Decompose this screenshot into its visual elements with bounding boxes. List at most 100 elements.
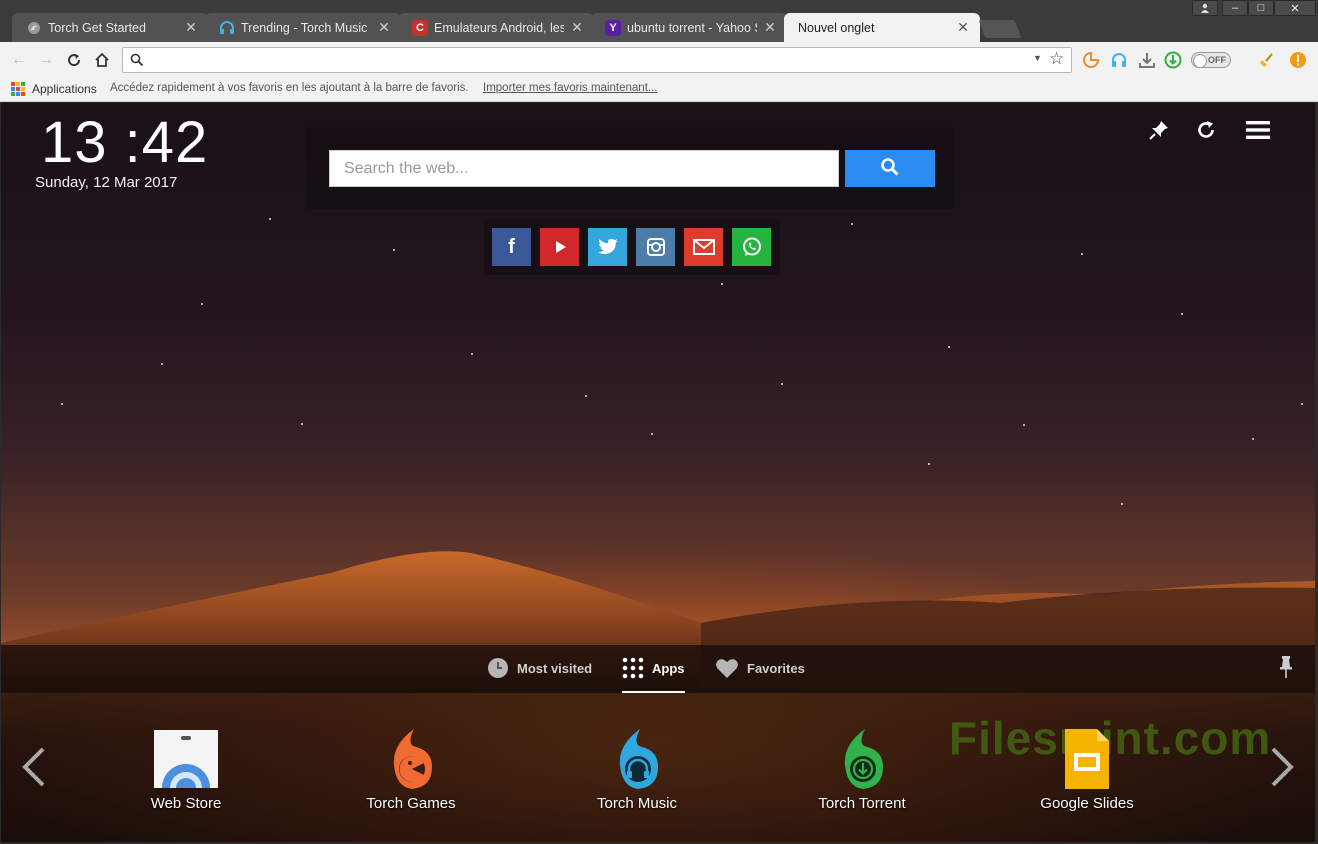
star [851, 223, 853, 225]
whatsapp-icon[interactable] [732, 228, 771, 266]
minimize-button[interactable]: – [1222, 0, 1248, 16]
clock-date: Sunday, 12 Mar 2017 [35, 174, 178, 191]
google-slides-icon [1055, 727, 1119, 791]
torch-icon [26, 20, 42, 36]
headphones-icon [219, 20, 235, 36]
bookmark-star-icon[interactable]: ☆ [1049, 49, 1064, 69]
star [301, 423, 303, 425]
twitter-icon[interactable] [588, 228, 627, 266]
tab-most-visited[interactable]: Most visited [487, 655, 592, 681]
app-torch-music[interactable]: Torch Music [567, 727, 707, 812]
star [1081, 253, 1083, 255]
grid-icon [622, 657, 644, 679]
tab-title: ubuntu torrent - Yahoo S [627, 20, 757, 35]
star [161, 363, 163, 365]
facebook-icon[interactable]: f [492, 228, 531, 266]
app-torch-torrent[interactable]: Torch Torrent [792, 727, 932, 812]
tab-title: Torch Get Started [48, 20, 146, 35]
tab-label: Favorites [747, 660, 805, 676]
new-tab-button[interactable] [978, 20, 1022, 38]
tab-emulateurs-android[interactable]: C Emulateurs Android, les ✕ [398, 13, 594, 42]
star [651, 433, 653, 435]
bookmarks-hint: Accédez rapidement à vos favoris en les … [110, 82, 469, 94]
star [471, 353, 473, 355]
star [61, 403, 63, 405]
app-torch-games[interactable]: Torch Games [341, 727, 481, 812]
email-icon[interactable] [684, 228, 723, 266]
applications-link[interactable]: Applications [32, 82, 97, 96]
close-window-button[interactable]: ✕ [1274, 0, 1316, 16]
social-links-panel: f [484, 219, 780, 275]
app-web-store[interactable]: Web Store [116, 727, 256, 812]
star [393, 249, 395, 251]
pin-icon[interactable] [1146, 117, 1172, 143]
address-bar[interactable]: ▼ ☆ [122, 47, 1072, 73]
new-tab-page: 13 :42 Sunday, 12 Mar 2017 f [1, 103, 1315, 842]
torch-torrent-icon [830, 727, 894, 791]
search-button[interactable] [845, 150, 935, 187]
user-profile-button[interactable] [1192, 0, 1218, 16]
star [948, 346, 950, 348]
toggle-switch[interactable]: OFF [1191, 52, 1231, 68]
star [1181, 313, 1183, 315]
download-icon[interactable] [1138, 51, 1156, 69]
tab-favorites[interactable]: Favorites [715, 655, 805, 681]
close-icon[interactable]: ✕ [184, 19, 198, 36]
headphones-icon[interactable] [1110, 51, 1128, 69]
home-button[interactable] [92, 50, 112, 70]
pin-icon[interactable] [1279, 655, 1293, 684]
bottom-apps-panel: Most visited Apps Favorites Filesmint.co… [1, 645, 1315, 842]
menu-icon[interactable] [1245, 117, 1271, 143]
clock-time: 13 :42 [41, 110, 209, 175]
app-label: Web Store [150, 795, 222, 812]
instagram-icon[interactable] [636, 228, 675, 266]
webstore-icon [154, 727, 218, 791]
close-icon[interactable]: ✕ [763, 19, 777, 36]
torch-torrent-extension-icon[interactable] [1164, 51, 1182, 69]
close-icon[interactable]: ✕ [377, 19, 391, 36]
torch-games-extension-icon[interactable] [1082, 51, 1100, 69]
youtube-icon[interactable] [540, 228, 579, 266]
star [201, 303, 203, 305]
star [1252, 438, 1254, 440]
close-icon[interactable]: ✕ [570, 19, 584, 36]
warning-icon[interactable] [1289, 51, 1307, 69]
clubic-icon: C [412, 19, 428, 36]
tab-title: Nouvel onglet [798, 20, 875, 35]
bookmarks-bar: Applications Accédez rapidement à vos fa… [0, 78, 1318, 102]
maximize-button[interactable]: □ [1248, 0, 1274, 16]
dropdown-arrow-icon[interactable]: ▼ [1033, 53, 1042, 63]
tab-apps[interactable]: Apps [622, 655, 685, 681]
app-google-slides[interactable]: Google Slides [1017, 727, 1157, 812]
tab-title: Emulateurs Android, les [434, 20, 564, 35]
tab-ubuntu-torrent-yahoo[interactable]: Y ubuntu torrent - Yahoo S ✕ [591, 13, 787, 42]
star [269, 218, 271, 220]
app-label: Google Slides [1040, 795, 1134, 812]
tab-title: Trending - Torch Music [241, 20, 368, 35]
star [1301, 403, 1303, 405]
forward-button[interactable]: → [36, 50, 56, 70]
search-panel [307, 127, 955, 209]
toolbar: ← → ▼ ☆ OFF [0, 42, 1318, 78]
clock-icon [487, 657, 509, 679]
apps-grid-icon[interactable] [11, 82, 25, 96]
back-button[interactable]: ← [9, 50, 29, 70]
app-label: Torch Torrent [818, 795, 906, 812]
title-bar: Torch Get Started ✕ Trending - Torch Mus… [0, 0, 1318, 42]
tab-label: Apps [652, 660, 685, 676]
previous-arrow-icon[interactable] [19, 745, 49, 792]
reload-button[interactable] [64, 50, 84, 70]
import-bookmarks-link[interactable]: Importer mes favoris maintenant... [483, 82, 657, 94]
refresh-icon[interactable] [1193, 117, 1219, 143]
broom-icon[interactable] [1258, 51, 1276, 69]
close-icon[interactable]: ✕ [956, 19, 970, 36]
tab-trending-torch-music[interactable]: Trending - Torch Music ✕ [205, 13, 401, 42]
tab-torch-get-started[interactable]: Torch Get Started ✕ [12, 13, 208, 42]
star [928, 463, 930, 465]
tab-nouvel-onglet[interactable]: Nouvel onglet ✕ [784, 13, 980, 42]
web-search-input[interactable] [329, 150, 839, 187]
star [721, 283, 723, 285]
next-arrow-icon[interactable] [1267, 745, 1297, 792]
heart-icon [715, 657, 739, 679]
star [781, 383, 783, 385]
